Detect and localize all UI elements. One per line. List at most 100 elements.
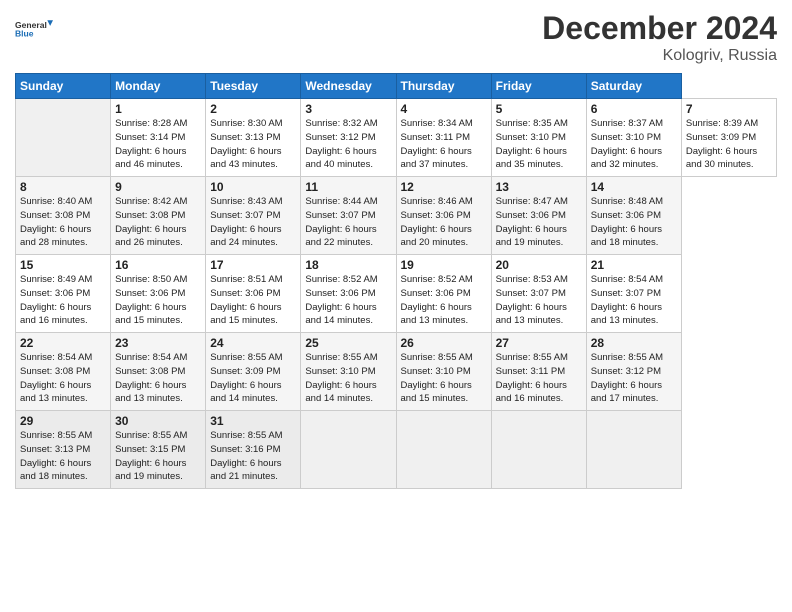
- header-cell-thursday: Thursday: [396, 74, 491, 99]
- day-number: 17: [210, 258, 296, 272]
- day-cell: [396, 411, 491, 489]
- day-info: Sunrise: 8:46 AMSunset: 3:06 PMDaylight:…: [401, 195, 487, 250]
- day-cell: 23Sunrise: 8:54 AMSunset: 3:08 PMDayligh…: [111, 333, 206, 411]
- calendar-table: SundayMondayTuesdayWednesdayThursdayFrid…: [15, 73, 777, 489]
- day-cell: [586, 411, 681, 489]
- day-cell: 4Sunrise: 8:34 AMSunset: 3:11 PMDaylight…: [396, 99, 491, 177]
- day-number: 18: [305, 258, 391, 272]
- day-info: Sunrise: 8:55 AMSunset: 3:11 PMDaylight:…: [496, 351, 582, 406]
- day-cell: 26Sunrise: 8:55 AMSunset: 3:10 PMDayligh…: [396, 333, 491, 411]
- day-number: 7: [686, 102, 772, 116]
- svg-text:Blue: Blue: [15, 28, 34, 38]
- day-info: Sunrise: 8:44 AMSunset: 3:07 PMDaylight:…: [305, 195, 391, 250]
- day-cell: 7Sunrise: 8:39 AMSunset: 3:09 PMDaylight…: [681, 99, 776, 177]
- day-cell: 22Sunrise: 8:54 AMSunset: 3:08 PMDayligh…: [16, 333, 111, 411]
- day-cell: 11Sunrise: 8:44 AMSunset: 3:07 PMDayligh…: [301, 177, 396, 255]
- day-number: 5: [496, 102, 582, 116]
- day-cell: 12Sunrise: 8:46 AMSunset: 3:06 PMDayligh…: [396, 177, 491, 255]
- calendar-container: General Blue December 2024 Kologriv, Rus…: [0, 0, 792, 499]
- week-row-4: 22Sunrise: 8:54 AMSunset: 3:08 PMDayligh…: [16, 333, 777, 411]
- logo: General Blue: [15, 10, 53, 48]
- day-cell: 14Sunrise: 8:48 AMSunset: 3:06 PMDayligh…: [586, 177, 681, 255]
- day-cell: 1Sunrise: 8:28 AMSunset: 3:14 PMDaylight…: [111, 99, 206, 177]
- day-info: Sunrise: 8:40 AMSunset: 3:08 PMDaylight:…: [20, 195, 106, 250]
- day-info: Sunrise: 8:55 AMSunset: 3:13 PMDaylight:…: [20, 429, 106, 484]
- header-row: General Blue December 2024 Kologriv, Rus…: [15, 10, 777, 65]
- day-cell: 17Sunrise: 8:51 AMSunset: 3:06 PMDayligh…: [206, 255, 301, 333]
- week-row-3: 15Sunrise: 8:49 AMSunset: 3:06 PMDayligh…: [16, 255, 777, 333]
- day-cell: 27Sunrise: 8:55 AMSunset: 3:11 PMDayligh…: [491, 333, 586, 411]
- day-number: 25: [305, 336, 391, 350]
- day-cell: 3Sunrise: 8:32 AMSunset: 3:12 PMDaylight…: [301, 99, 396, 177]
- day-info: Sunrise: 8:39 AMSunset: 3:09 PMDaylight:…: [686, 117, 772, 172]
- day-cell: 13Sunrise: 8:47 AMSunset: 3:06 PMDayligh…: [491, 177, 586, 255]
- day-cell: 21Sunrise: 8:54 AMSunset: 3:07 PMDayligh…: [586, 255, 681, 333]
- day-cell: 24Sunrise: 8:55 AMSunset: 3:09 PMDayligh…: [206, 333, 301, 411]
- day-number: 28: [591, 336, 677, 350]
- day-info: Sunrise: 8:55 AMSunset: 3:15 PMDaylight:…: [115, 429, 201, 484]
- day-number: 2: [210, 102, 296, 116]
- day-info: Sunrise: 8:35 AMSunset: 3:10 PMDaylight:…: [496, 117, 582, 172]
- week-row-2: 8Sunrise: 8:40 AMSunset: 3:08 PMDaylight…: [16, 177, 777, 255]
- day-info: Sunrise: 8:55 AMSunset: 3:09 PMDaylight:…: [210, 351, 296, 406]
- day-cell: 31Sunrise: 8:55 AMSunset: 3:16 PMDayligh…: [206, 411, 301, 489]
- day-cell: [491, 411, 586, 489]
- day-info: Sunrise: 8:51 AMSunset: 3:06 PMDaylight:…: [210, 273, 296, 328]
- day-info: Sunrise: 8:52 AMSunset: 3:06 PMDaylight:…: [401, 273, 487, 328]
- header-cell-friday: Friday: [491, 74, 586, 99]
- day-number: 14: [591, 180, 677, 194]
- day-info: Sunrise: 8:47 AMSunset: 3:06 PMDaylight:…: [496, 195, 582, 250]
- day-info: Sunrise: 8:43 AMSunset: 3:07 PMDaylight:…: [210, 195, 296, 250]
- day-cell: 6Sunrise: 8:37 AMSunset: 3:10 PMDaylight…: [586, 99, 681, 177]
- week-row-1: 1Sunrise: 8:28 AMSunset: 3:14 PMDaylight…: [16, 99, 777, 177]
- header-cell-monday: Monday: [111, 74, 206, 99]
- week-row-5: 29Sunrise: 8:55 AMSunset: 3:13 PMDayligh…: [16, 411, 777, 489]
- day-info: Sunrise: 8:55 AMSunset: 3:12 PMDaylight:…: [591, 351, 677, 406]
- day-cell: 19Sunrise: 8:52 AMSunset: 3:06 PMDayligh…: [396, 255, 491, 333]
- day-number: 16: [115, 258, 201, 272]
- day-number: 29: [20, 414, 106, 428]
- month-title: December 2024: [542, 10, 777, 47]
- day-number: 30: [115, 414, 201, 428]
- day-info: Sunrise: 8:54 AMSunset: 3:08 PMDaylight:…: [115, 351, 201, 406]
- day-cell: 9Sunrise: 8:42 AMSunset: 3:08 PMDaylight…: [111, 177, 206, 255]
- day-cell: 8Sunrise: 8:40 AMSunset: 3:08 PMDaylight…: [16, 177, 111, 255]
- day-info: Sunrise: 8:52 AMSunset: 3:06 PMDaylight:…: [305, 273, 391, 328]
- day-number: 8: [20, 180, 106, 194]
- day-info: Sunrise: 8:34 AMSunset: 3:11 PMDaylight:…: [401, 117, 487, 172]
- logo-svg: General Blue: [15, 10, 53, 48]
- day-info: Sunrise: 8:28 AMSunset: 3:14 PMDaylight:…: [115, 117, 201, 172]
- day-number: 21: [591, 258, 677, 272]
- day-cell: [301, 411, 396, 489]
- day-info: Sunrise: 8:55 AMSunset: 3:16 PMDaylight:…: [210, 429, 296, 484]
- header-cell-wednesday: Wednesday: [301, 74, 396, 99]
- title-block: December 2024 Kologriv, Russia: [542, 10, 777, 65]
- header-cell-saturday: Saturday: [586, 74, 681, 99]
- day-cell: 2Sunrise: 8:30 AMSunset: 3:13 PMDaylight…: [206, 99, 301, 177]
- day-number: 24: [210, 336, 296, 350]
- header-cell-tuesday: Tuesday: [206, 74, 301, 99]
- day-number: 26: [401, 336, 487, 350]
- day-number: 6: [591, 102, 677, 116]
- day-info: Sunrise: 8:48 AMSunset: 3:06 PMDaylight:…: [591, 195, 677, 250]
- day-cell: 28Sunrise: 8:55 AMSunset: 3:12 PMDayligh…: [586, 333, 681, 411]
- day-info: Sunrise: 8:54 AMSunset: 3:08 PMDaylight:…: [20, 351, 106, 406]
- day-cell: 25Sunrise: 8:55 AMSunset: 3:10 PMDayligh…: [301, 333, 396, 411]
- day-info: Sunrise: 8:42 AMSunset: 3:08 PMDaylight:…: [115, 195, 201, 250]
- day-info: Sunrise: 8:53 AMSunset: 3:07 PMDaylight:…: [496, 273, 582, 328]
- day-number: 22: [20, 336, 106, 350]
- day-number: 31: [210, 414, 296, 428]
- location-title: Kologriv, Russia: [542, 47, 777, 65]
- day-cell: 20Sunrise: 8:53 AMSunset: 3:07 PMDayligh…: [491, 255, 586, 333]
- day-cell: 29Sunrise: 8:55 AMSunset: 3:13 PMDayligh…: [16, 411, 111, 489]
- day-info: Sunrise: 8:50 AMSunset: 3:06 PMDaylight:…: [115, 273, 201, 328]
- day-number: 9: [115, 180, 201, 194]
- day-number: 15: [20, 258, 106, 272]
- day-info: Sunrise: 8:30 AMSunset: 3:13 PMDaylight:…: [210, 117, 296, 172]
- day-number: 1: [115, 102, 201, 116]
- day-cell: [16, 99, 111, 177]
- day-cell: 16Sunrise: 8:50 AMSunset: 3:06 PMDayligh…: [111, 255, 206, 333]
- day-cell: 5Sunrise: 8:35 AMSunset: 3:10 PMDaylight…: [491, 99, 586, 177]
- day-number: 20: [496, 258, 582, 272]
- day-number: 13: [496, 180, 582, 194]
